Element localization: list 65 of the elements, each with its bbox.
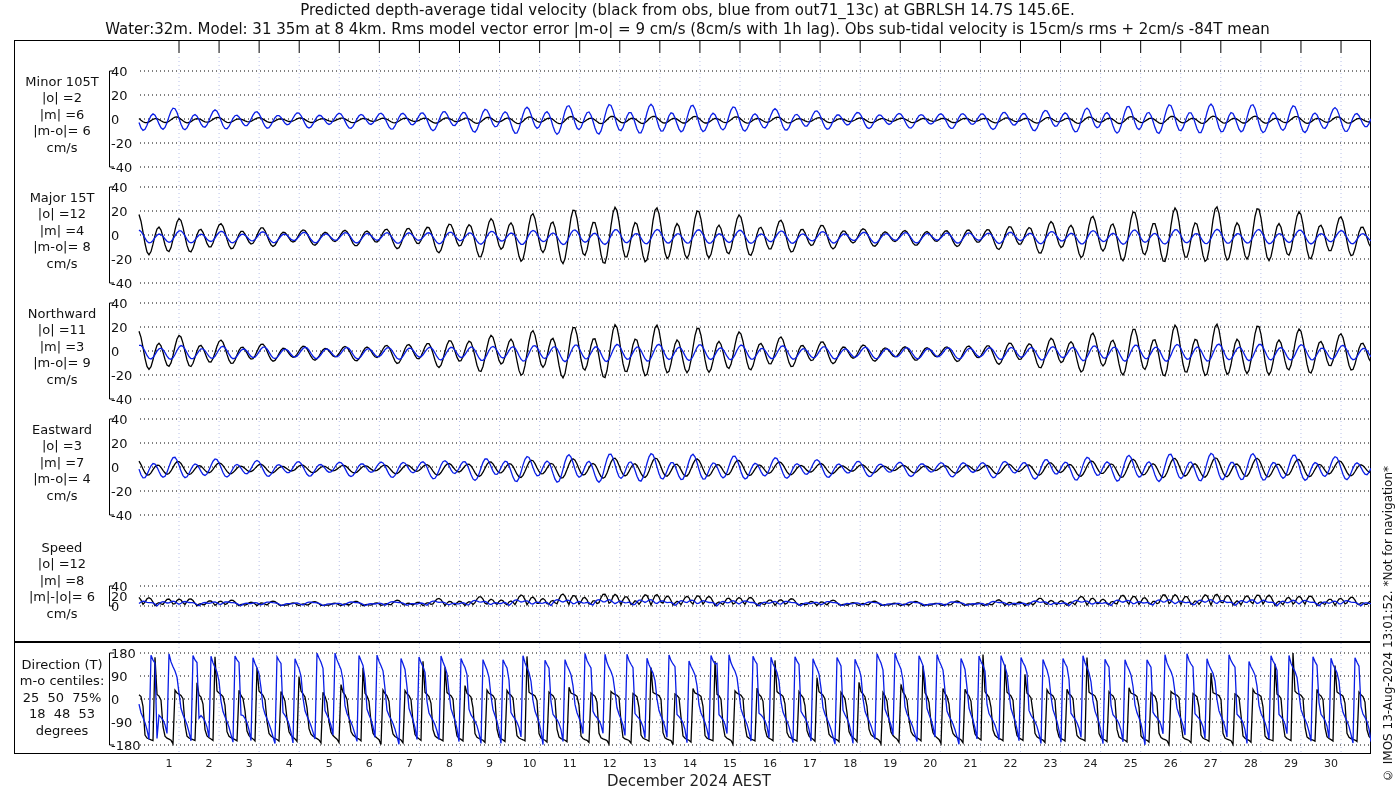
day-label: 22 — [1003, 756, 1018, 772]
axis-tick-label: 40 — [111, 63, 128, 79]
day-label: 14 — [682, 756, 697, 772]
day-label: 5 — [325, 756, 333, 772]
day-label: 6 — [365, 756, 373, 772]
panel-label: Eastward |o| =3 |m| =7 |m-o|= 4 cm/s — [31, 421, 93, 505]
axis-tick-label: -90 — [111, 714, 133, 730]
day-label: 7 — [405, 756, 413, 772]
axis-tick-label: 0 — [111, 459, 120, 475]
day-label: 29 — [1283, 756, 1298, 772]
axis-tick-label: 90 — [111, 668, 128, 684]
day-label: 12 — [602, 756, 617, 772]
day-label: 25 — [1123, 756, 1138, 772]
axis-tick-label: -40 — [111, 159, 133, 173]
axis-tick-label: -20 — [111, 367, 133, 383]
axis-tick-label: -20 — [111, 135, 133, 151]
panel-label: Major 15T |o| =12 |m| =4 |m-o|= 8 cm/s — [28, 189, 96, 273]
axis-tick-label: 40 — [111, 411, 128, 427]
chart-title: Predicted depth-average tidal velocity (black from obs, blue from out71_13c) at GBRLSH 14.7S 145.6E. — [300, 1, 1075, 20]
axis-tick-label: -180 — [111, 737, 141, 753]
axis-tick-label: 0 — [111, 111, 120, 127]
day-label: 28 — [1243, 756, 1258, 772]
day-label: 17 — [803, 756, 818, 772]
day-label: 16 — [763, 756, 778, 772]
day-label: 19 — [883, 756, 898, 772]
x-axis-title: December 2024 AEST — [607, 772, 771, 790]
day-label: 9 — [486, 756, 494, 772]
axis-tick-label: 20 — [111, 87, 128, 103]
copyright-note: © IMOS 13-Aug-2024 13:01:52. *Not for navigation* — [1379, 465, 1396, 782]
axis-tick-label: -40 — [111, 275, 133, 289]
day-label: 24 — [1083, 756, 1098, 772]
axis-tick-label: -40 — [111, 391, 133, 405]
day-label: 30 — [1324, 756, 1338, 772]
day-label: 2 — [205, 756, 213, 772]
day-label: 18 — [843, 756, 858, 772]
panel-label: Direction (T) m-o centiles: 25 50 75% 18 48 53 degrees — [18, 656, 106, 740]
axis-tick-label: 0 — [111, 691, 120, 707]
day-label: 15 — [722, 756, 737, 772]
axis-tick-label: 20 — [111, 435, 128, 451]
day-label: 4 — [285, 756, 293, 772]
day-label: 27 — [1203, 756, 1218, 772]
axis-tick-label: 20 — [111, 319, 128, 335]
axis-tick-label: -20 — [111, 483, 133, 499]
panel-label: Speed |o| =12 |m| =8 |m|-|o|= 6 cm/s — [27, 539, 97, 623]
day-label: 23 — [1043, 756, 1058, 772]
day-label: 10 — [522, 756, 537, 772]
panel-label: Minor 105T |o| =2 |m| =6 |m-o|= 6 cm/s — [24, 73, 100, 157]
axis-tick-label: 0 — [111, 343, 120, 359]
axis-tick-label: 0 — [111, 227, 120, 243]
day-label: 1 — [165, 756, 173, 772]
axis-tick-label: 20 — [111, 203, 128, 219]
chart-title: Water:32m. Model: 31 35m at 8 4km. Rms model vector error |m-o| = 9 cm/s (8cm/s with 1h lag). Obs sub-tidal velocity is 15cm/s rms + 2cm/s -84T mean — [105, 20, 1270, 39]
day-label: 20 — [923, 756, 938, 772]
day-label: 21 — [963, 756, 978, 772]
axis-tick-label: 180 — [111, 645, 136, 661]
axis-tick-label: 40 — [111, 179, 128, 195]
day-label: 11 — [562, 756, 577, 772]
axis-tick-label: 40 — [111, 295, 128, 311]
day-label: 13 — [642, 756, 657, 772]
day-label: 8 — [446, 756, 453, 772]
day-label: 26 — [1163, 756, 1178, 772]
axis-tick-label: -20 — [111, 251, 133, 267]
day-label: 3 — [245, 756, 253, 772]
panel-label: Northward |o| =11 |m| =3 |m-o|= 9 cm/s — [26, 305, 98, 389]
axis-tick-label: -40 — [111, 507, 133, 521]
